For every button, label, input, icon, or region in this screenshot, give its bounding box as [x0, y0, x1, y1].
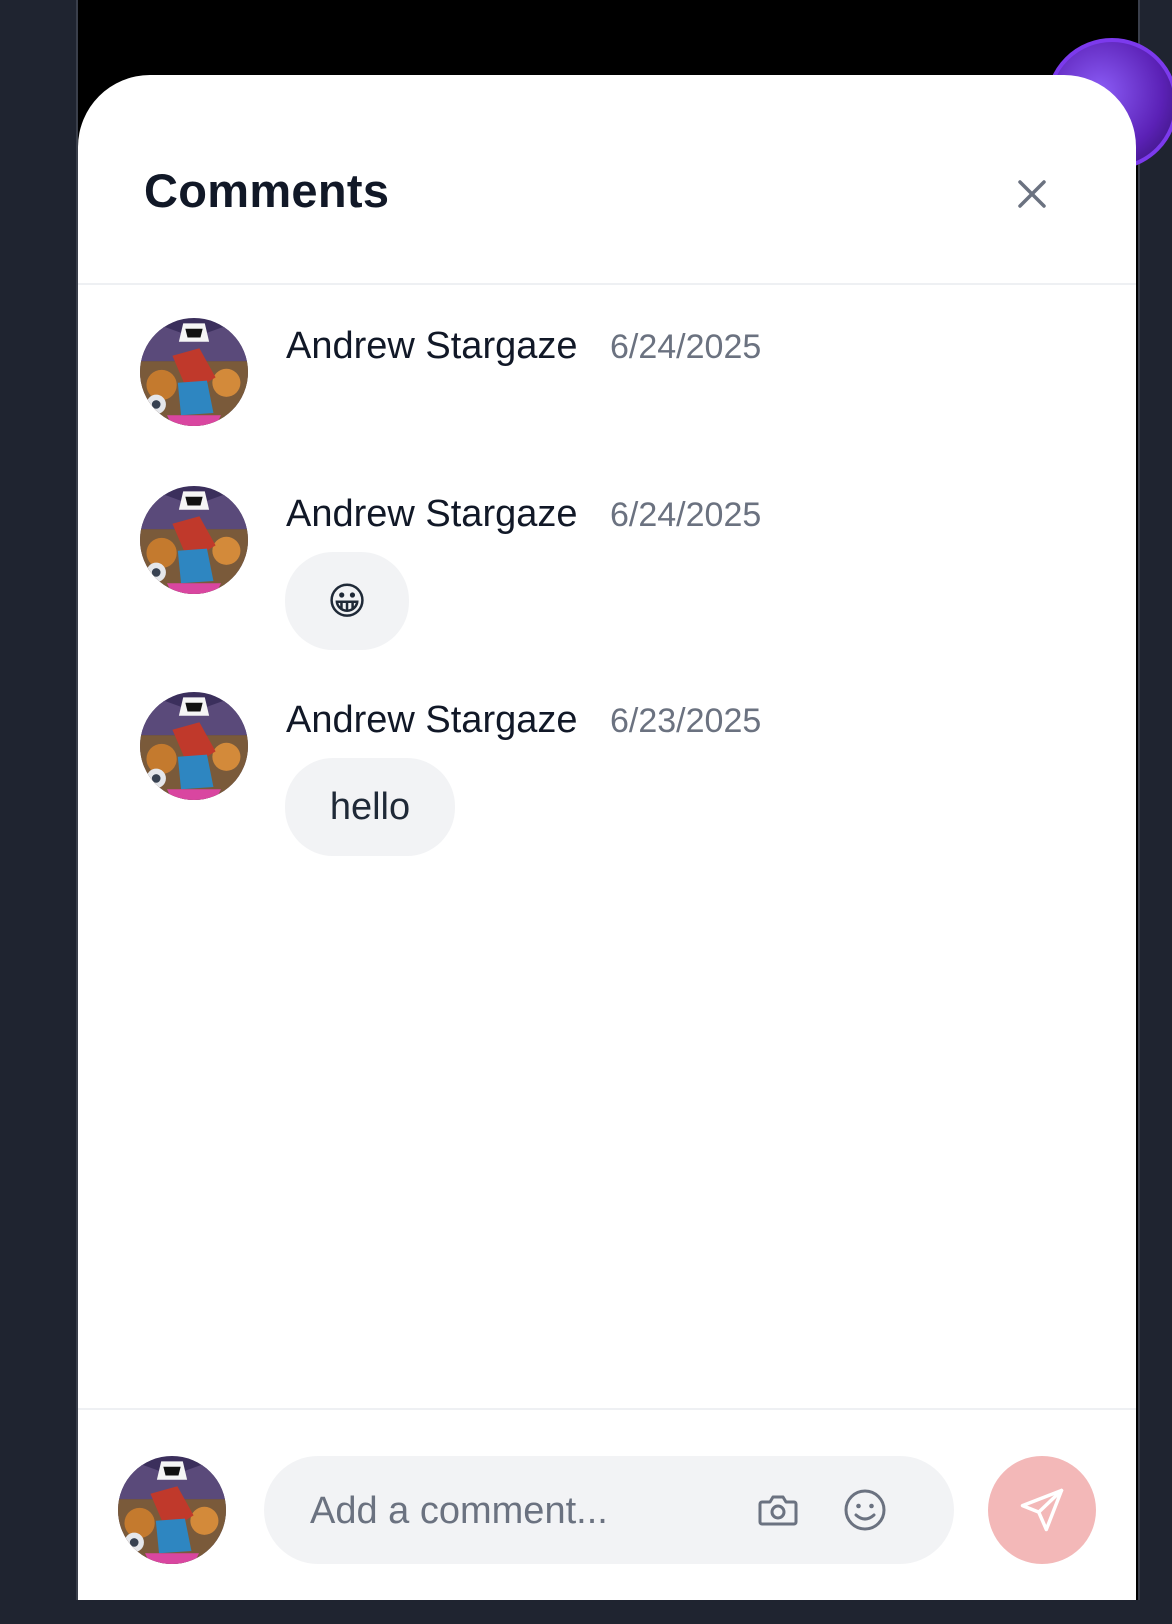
comment-composer [78, 1408, 1136, 1600]
comment-author[interactable]: Andrew Stargaze [286, 699, 578, 742]
close-icon [1018, 180, 1046, 208]
comment-date: 6/24/2025 [610, 328, 762, 366]
comment-date: 6/24/2025 [610, 496, 762, 534]
sheet-title: Comments [144, 164, 390, 217]
smiley-icon [844, 1489, 886, 1531]
current-user-avatar [118, 1456, 226, 1564]
comment-date: 6/23/2025 [610, 702, 762, 740]
comment-bubble: hello [285, 758, 455, 856]
camera-button[interactable] [754, 1486, 802, 1534]
comment-author[interactable]: Andrew Stargaze [286, 493, 578, 536]
emoji-button[interactable] [841, 1486, 889, 1534]
comment-input[interactable] [308, 1480, 752, 1542]
close-button[interactable] [1008, 170, 1056, 218]
comment-text: hello [329, 785, 411, 828]
paper-plane-icon [1020, 1488, 1064, 1532]
comment-input-pill [264, 1456, 954, 1564]
comment-bubble: 😀 [285, 552, 409, 650]
comment-text: 😀 [327, 580, 367, 623]
send-button[interactable] [988, 1456, 1096, 1564]
comment-author[interactable]: Andrew Stargaze [286, 325, 578, 368]
avatar[interactable] [140, 692, 248, 800]
comments-sheet: Comments Andrew Stargaze 6/24/2025 Andre… [78, 75, 1136, 1600]
avatar[interactable] [140, 318, 248, 426]
avatar[interactable] [140, 486, 248, 594]
sheet-header: Comments [78, 75, 1136, 285]
camera-icon [758, 1495, 798, 1526]
